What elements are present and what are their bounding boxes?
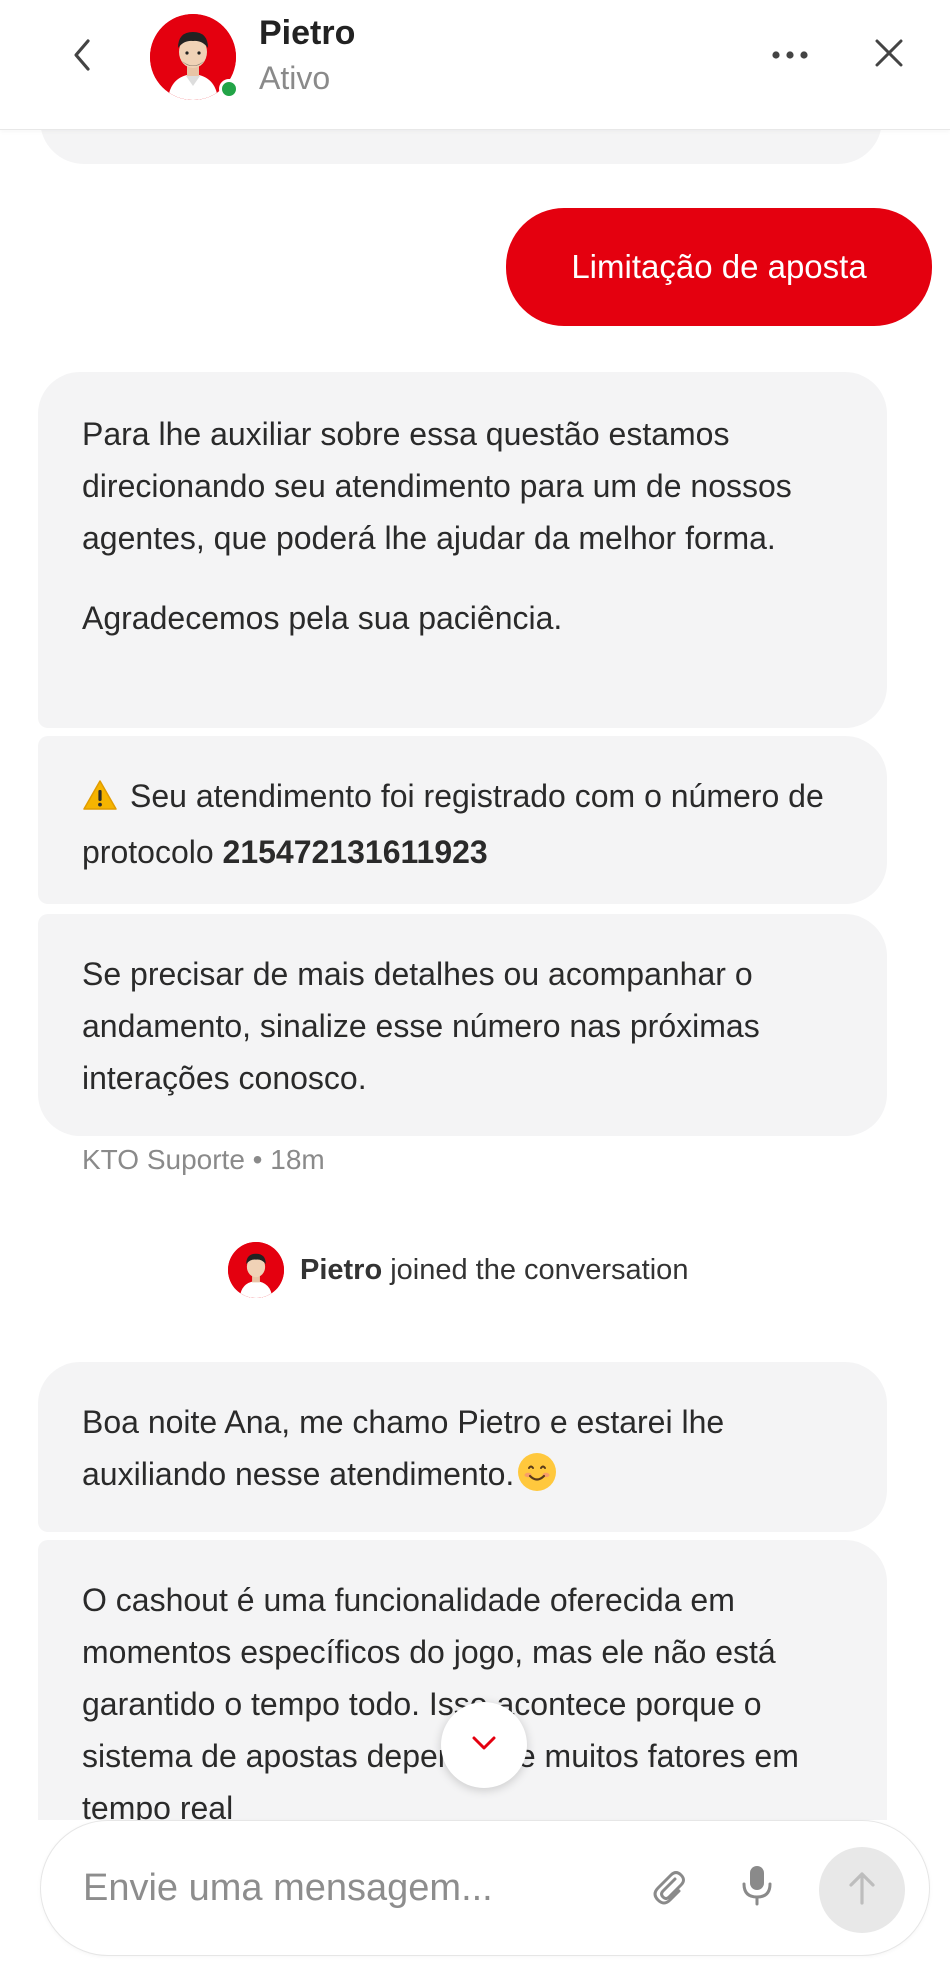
bot-message-text: Se precisar de mais detalhes ou acompanh… [82, 956, 760, 1096]
more-horizontal-icon [770, 47, 810, 65]
microphone-button[interactable] [731, 1861, 783, 1913]
agent-message-text: Boa noite Ana, me chamo Pietro e estarei… [82, 1404, 725, 1492]
avatar [228, 1242, 284, 1298]
user-message-bubble: Limitação de aposta [506, 208, 932, 326]
scroll-down-button[interactable] [441, 1702, 527, 1788]
message-input[interactable] [83, 1853, 623, 1923]
bot-message-bubble: Para lhe auxiliar sobre essa questão est… [38, 372, 887, 728]
agent-avatar [150, 14, 239, 100]
protocol-number: 215472131611923 [222, 834, 488, 870]
smiling-face-icon [518, 1453, 557, 1491]
microphone-icon [739, 1863, 775, 1912]
joined-event: Pietro joined the conversation [228, 1242, 688, 1298]
back-button[interactable] [62, 34, 102, 80]
bot-message-text: Agradecemos pela sua paciência. [82, 600, 563, 636]
message-meta: KTO Suporte • 18m [82, 1144, 325, 1175]
agent-message-text: O cashout é uma funcionalidade oferecida… [82, 1582, 799, 1820]
joined-agent-name: Pietro [300, 1253, 383, 1286]
chat-area: Limitação de aposta Para lhe auxiliar so… [0, 0, 950, 1820]
send-button[interactable] [819, 1847, 905, 1933]
arrow-up-icon [847, 1870, 877, 1911]
chevron-left-icon [72, 38, 92, 77]
more-options-button[interactable] [765, 36, 815, 76]
close-icon [874, 38, 904, 73]
paperclip-icon [649, 1867, 689, 1912]
online-status-dot [219, 79, 239, 99]
attach-button[interactable] [643, 1863, 695, 1915]
chat-header: Pietro Ativo [0, 0, 950, 130]
close-button[interactable] [864, 30, 914, 80]
warning-icon [82, 774, 118, 826]
joined-event-text: joined the conversation [390, 1253, 689, 1286]
composer [0, 1820, 950, 1981]
bot-message-bubble: Se precisar de mais detalhes ou acompanh… [38, 914, 887, 1136]
agent-message-bubble: Boa noite Ana, me chamo Pietro e estarei… [38, 1362, 887, 1532]
agent-name: Pietro [259, 14, 356, 52]
protocol-message-bubble: Seu atendimento foi registrado com o núm… [38, 736, 887, 904]
chevron-down-icon [471, 1735, 497, 1756]
bot-message-text: Para lhe auxiliar sobre essa questão est… [82, 416, 792, 556]
message-input-box [40, 1820, 930, 1956]
agent-status: Ativo [259, 60, 331, 96]
